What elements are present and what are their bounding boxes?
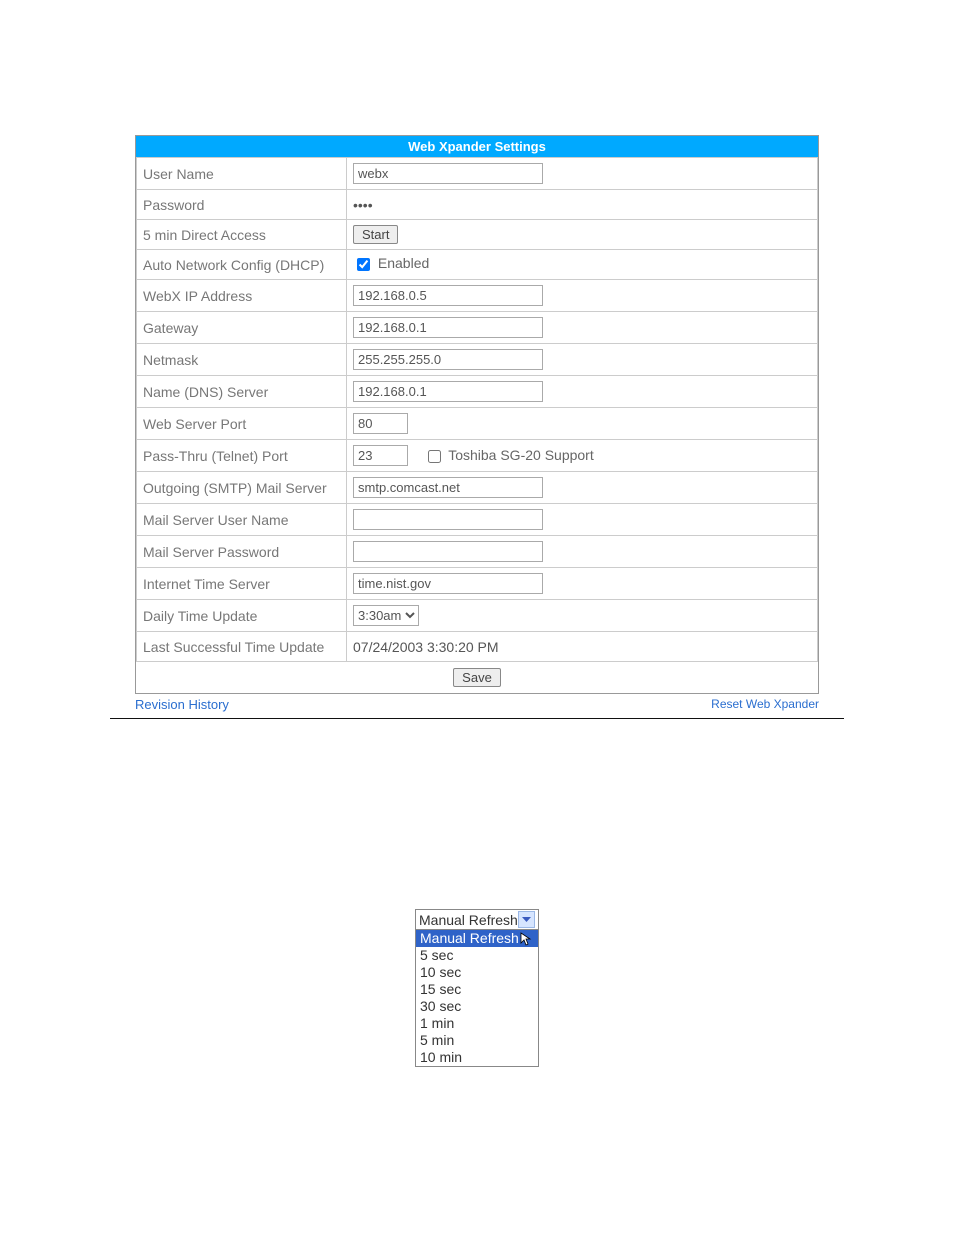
row-mail-user: Mail Server User Name: [137, 504, 818, 536]
cursor-icon: [520, 932, 534, 946]
user-name-input[interactable]: [353, 163, 543, 184]
refresh-option[interactable]: 5 min: [416, 1032, 538, 1049]
gateway-input[interactable]: [353, 317, 543, 338]
label-time-update: Daily Time Update: [137, 600, 347, 632]
label-dns: Name (DNS) Server: [137, 376, 347, 408]
row-ip: WebX IP Address: [137, 280, 818, 312]
row-direct-access: 5 min Direct Access Start: [137, 220, 818, 250]
label-password: Password: [137, 190, 347, 220]
row-dns: Name (DNS) Server: [137, 376, 818, 408]
netmask-input[interactable]: [353, 349, 543, 370]
reset-link[interactable]: Reset Web Xpander: [711, 697, 819, 712]
smtp-input[interactable]: [353, 477, 543, 498]
password-display[interactable]: ••••: [353, 197, 373, 213]
label-dhcp: Auto Network Config (DHCP): [137, 250, 347, 280]
refresh-option[interactable]: 10 min: [416, 1049, 538, 1066]
label-web-port: Web Server Port: [137, 408, 347, 440]
settings-table: User Name Password •••• 5 min Direct Acc…: [136, 157, 818, 693]
label-time-server: Internet Time Server: [137, 568, 347, 600]
time-server-input[interactable]: [353, 573, 543, 594]
telnet-port-input[interactable]: [353, 445, 408, 466]
row-last-update: Last Successful Time Update 07/24/2003 3…: [137, 632, 818, 662]
label-mail-pass: Mail Server Password: [137, 536, 347, 568]
row-password: Password ••••: [137, 190, 818, 220]
refresh-dropdown: Manual Refresh Manual Refresh 5 sec 10 s…: [415, 909, 539, 1067]
toshiba-checkbox-label: Toshiba SG-20 Support: [448, 447, 594, 463]
mail-pass-input[interactable]: [353, 541, 543, 562]
label-gateway: Gateway: [137, 312, 347, 344]
row-telnet: Pass-Thru (Telnet) Port Toshiba SG-20 Su…: [137, 440, 818, 472]
ip-input[interactable]: [353, 285, 543, 306]
row-save: Save: [137, 662, 818, 694]
dhcp-checkbox-label: Enabled: [378, 255, 429, 271]
dns-input[interactable]: [353, 381, 543, 402]
refresh-option[interactable]: 15 sec: [416, 981, 538, 998]
label-smtp: Outgoing (SMTP) Mail Server: [137, 472, 347, 504]
panel-title: Web Xpander Settings: [136, 136, 818, 157]
mail-user-input[interactable]: [353, 509, 543, 530]
refresh-selected-text: Manual Refresh: [419, 912, 518, 928]
refresh-option[interactable]: Manual Refresh: [416, 930, 538, 947]
toshiba-checkbox[interactable]: [428, 450, 441, 463]
label-user-name: User Name: [137, 158, 347, 190]
save-button[interactable]: Save: [453, 668, 501, 687]
divider: [110, 718, 844, 719]
refresh-option-label: Manual Refresh: [420, 930, 519, 947]
row-dhcp: Auto Network Config (DHCP) Enabled: [137, 250, 818, 280]
label-ip: WebX IP Address: [137, 280, 347, 312]
last-update-value: 07/24/2003 3:30:20 PM: [347, 632, 818, 662]
label-last-update: Last Successful Time Update: [137, 632, 347, 662]
chevron-down-icon[interactable]: [518, 911, 535, 928]
row-netmask: Netmask: [137, 344, 818, 376]
row-smtp: Outgoing (SMTP) Mail Server: [137, 472, 818, 504]
label-netmask: Netmask: [137, 344, 347, 376]
label-direct-access: 5 min Direct Access: [137, 220, 347, 250]
refresh-dropdown-selected[interactable]: Manual Refresh: [416, 910, 538, 930]
refresh-option[interactable]: 1 min: [416, 1015, 538, 1032]
label-telnet: Pass-Thru (Telnet) Port: [137, 440, 347, 472]
refresh-option[interactable]: 5 sec: [416, 947, 538, 964]
refresh-dropdown-list: Manual Refresh 5 sec 10 sec 15 sec 30 se…: [416, 930, 538, 1066]
row-mail-pass: Mail Server Password: [137, 536, 818, 568]
dhcp-checkbox[interactable]: [357, 258, 370, 271]
row-gateway: Gateway: [137, 312, 818, 344]
label-mail-user: Mail Server User Name: [137, 504, 347, 536]
row-time-server: Internet Time Server: [137, 568, 818, 600]
time-update-select[interactable]: 3:30am: [353, 605, 419, 626]
revision-history-link[interactable]: Revision History: [135, 697, 229, 712]
refresh-option[interactable]: 10 sec: [416, 964, 538, 981]
row-user-name: User Name: [137, 158, 818, 190]
refresh-option[interactable]: 30 sec: [416, 998, 538, 1015]
web-port-input[interactable]: [353, 413, 408, 434]
start-button[interactable]: Start: [353, 225, 398, 244]
settings-panel: Web Xpander Settings User Name Password …: [135, 135, 819, 694]
row-time-update: Daily Time Update 3:30am: [137, 600, 818, 632]
panel-footer: Revision History Reset Web Xpander: [135, 694, 819, 712]
row-web-port: Web Server Port: [137, 408, 818, 440]
